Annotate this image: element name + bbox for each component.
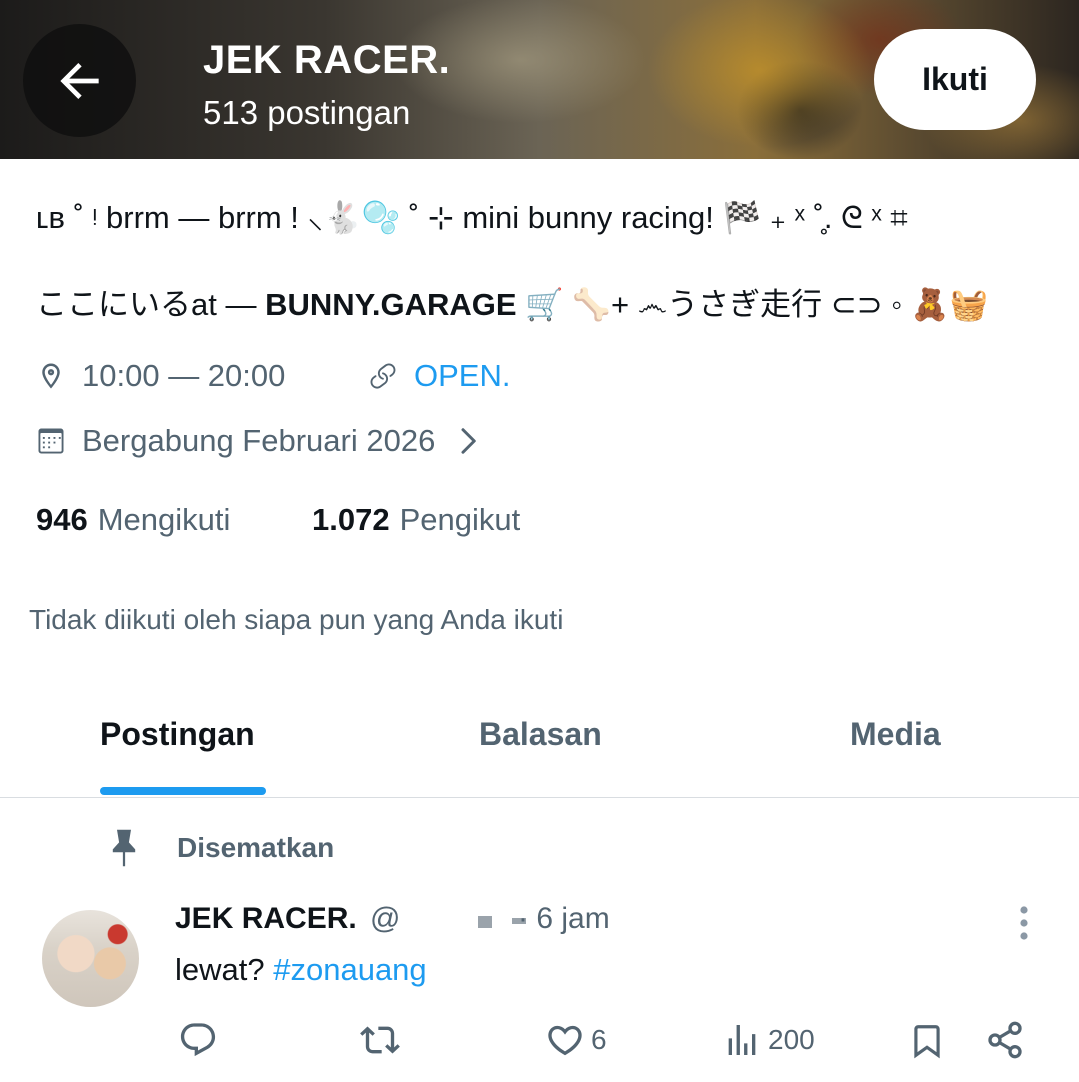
repost-icon [360, 1026, 400, 1054]
header-profile-name: JEK RACER. [203, 38, 451, 82]
views-count: 200 [768, 1024, 815, 1055]
like-button[interactable]: 6 [545, 1020, 607, 1060]
tab-media[interactable]: Media [850, 716, 941, 753]
share-icon [988, 1021, 1022, 1059]
followers-label: Pengikut [399, 502, 521, 537]
location-text: 10:00 — 20:00 [82, 358, 286, 393]
analytics-icon [728, 1025, 756, 1055]
repost-button[interactable] [358, 1020, 402, 1060]
bookmark-icon [914, 1025, 940, 1059]
following-label: Mengikuti [97, 502, 231, 537]
bio-garage-name: BUNNY.GARAGE [265, 287, 517, 322]
post-hashtag[interactable]: #zonauang [273, 952, 426, 987]
follow-button[interactable]: Ikuti [874, 29, 1036, 130]
tab-posts[interactable]: Postingan [100, 716, 255, 753]
back-button[interactable] [23, 24, 136, 137]
bio-line-2-suffix: 🛒 🦴+ ෴うさぎ走行 ⊂⊃ ◦ 🧸🧺 [516, 287, 989, 322]
reply-button[interactable] [178, 1020, 218, 1060]
header-posts-count: 513 postingan [203, 94, 411, 131]
post-text: lewat? #zonauang [175, 952, 427, 988]
post-author-name[interactable]: JEK RACER. [175, 902, 357, 936]
share-button[interactable] [985, 1020, 1025, 1060]
calendar-icon [38, 428, 64, 454]
handle-redacted [400, 908, 530, 932]
profile-join-date[interactable]: Bergabung Februari 2026 [36, 423, 495, 459]
pinned-indicator: Disematkan [107, 827, 334, 869]
bio-line-2-prefix: ここにいるat — [36, 287, 266, 322]
views-button[interactable]: 200 [722, 1020, 815, 1060]
followers-count: 1.072 [312, 502, 390, 537]
heart-icon [548, 1025, 582, 1056]
profile-location: 10:00 — 20:00 [36, 358, 285, 394]
followers-stat[interactable]: 1.072 Pengikut [312, 502, 520, 538]
active-tab-indicator [100, 787, 266, 795]
arrow-left-icon [59, 62, 99, 99]
join-date-text: Bergabung Februari 2026 [82, 423, 436, 458]
reply-icon [180, 1023, 216, 1057]
pinned-label: Disematkan [177, 832, 335, 863]
not-followed-notice: Tidak diikuti oleh siapa pun yang Anda i… [29, 604, 564, 635]
post-author-handle[interactable]: @ [370, 902, 530, 936]
tab-replies[interactable]: Balasan [479, 716, 602, 753]
link-icon [370, 363, 396, 389]
post-timestamp[interactable]: · 6 jam [518, 902, 610, 936]
post-avatar[interactable] [42, 910, 139, 1007]
bio-line-2: ここにいるat — BUNNY.GARAGE 🛒 🦴+ ෴うさぎ走行 ⊂⊃ ◦ … [36, 279, 988, 324]
pin-icon [112, 829, 136, 867]
profile-tabs: Postingan Balasan Media [0, 680, 1079, 798]
following-stat[interactable]: 946 Mengikuti [36, 502, 230, 538]
bio-line-1: ʟʙ ˚ ᵎ brrm — brrm ! ⸜🐇🫧 ˚ ⊹ mini bunny … [36, 200, 908, 235]
handle-prefix: @ [370, 902, 401, 935]
location-pin-icon [42, 363, 60, 389]
more-options-icon[interactable] [1010, 904, 1038, 944]
profile-link[interactable]: OPEN. [368, 358, 510, 394]
following-count: 946 [36, 502, 88, 537]
post-text-body: lewat? [175, 952, 274, 987]
profile-link-text[interactable]: OPEN. [414, 358, 510, 394]
bookmark-button[interactable] [908, 1020, 946, 1062]
chevron-right-icon [461, 428, 477, 454]
like-count: 6 [591, 1024, 607, 1055]
